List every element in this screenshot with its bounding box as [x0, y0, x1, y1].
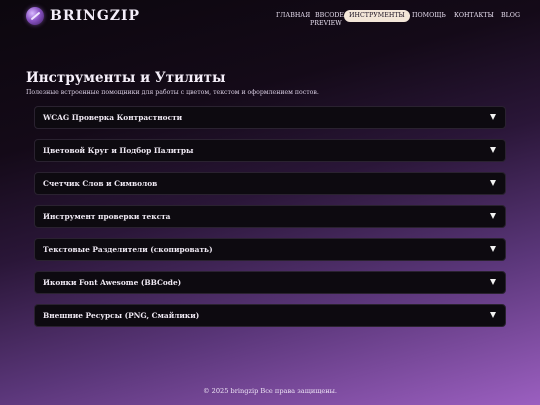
nav-preview[interactable]: PREVIEW — [310, 18, 342, 30]
accordion-label: WCAG Проверка Контрастности — [43, 113, 183, 122]
accordion-wcag-contrast[interactable]: WCAG Проверка Контрастности — [34, 106, 506, 129]
site-header: BRINGZIP ГЛАВНАЯ BBCODE PREVIEW ИНСТРУМЕ… — [0, 0, 540, 34]
logo[interactable]: BRINGZIP — [26, 7, 140, 25]
chevron-down-icon — [490, 180, 496, 186]
chevron-down-icon — [490, 147, 496, 153]
logo-icon — [26, 7, 44, 25]
chevron-down-icon — [490, 312, 496, 318]
nav-blog[interactable]: BLOG — [501, 10, 520, 22]
accordion-label: Цветовой Круг и Подбор Палитры — [43, 146, 194, 155]
chevron-down-icon — [490, 246, 496, 252]
accordion-text-dividers[interactable]: Текстовые Разделители (скопировать) — [34, 238, 506, 261]
nav-contacts[interactable]: КОНТАКТЫ — [454, 10, 494, 22]
accordion-label: Счетчик Слов и Символов — [43, 179, 158, 188]
chevron-down-icon — [490, 279, 496, 285]
nav-help[interactable]: ПОМОЩЬ — [412, 10, 446, 22]
accordion-word-counter[interactable]: Счетчик Слов и Символов — [34, 172, 506, 195]
logo-text: BRINGZIP — [50, 8, 141, 24]
nav-tools[interactable]: ИНСТРУМЕНТЫ — [344, 10, 410, 22]
footer-copyright: © 2025 bringzip Все права защищены. — [202, 387, 338, 395]
nav-home[interactable]: ГЛАВНАЯ — [276, 10, 310, 22]
accordion-label: Внешние Ресурсы (PNG, Смайлики) — [43, 311, 200, 320]
accordion-font-awesome[interactable]: Иконки Font Awesome (BBCode) — [34, 271, 506, 294]
accordion-label: Инструмент проверки текста — [43, 212, 171, 221]
page-subtitle: Полезные встроенные помощники для работы… — [26, 89, 319, 96]
accordion-external-resources[interactable]: Внешние Ресурсы (PNG, Смайлики) — [34, 304, 506, 327]
chevron-down-icon — [490, 114, 496, 120]
main-nav: ГЛАВНАЯ BBCODE PREVIEW ИНСТРУМЕНТЫ ПОМОЩ… — [270, 9, 526, 33]
accordion-color-wheel[interactable]: Цветовой Круг и Подбор Палитры — [34, 139, 506, 162]
chevron-down-icon — [490, 213, 496, 219]
accordion-label: Иконки Font Awesome (BBCode) — [43, 278, 182, 287]
page-title: Инструменты и Утилиты — [26, 70, 226, 86]
accordion-text-checker[interactable]: Инструмент проверки текста — [34, 205, 506, 228]
accordion-label: Текстовые Разделители (скопировать) — [43, 245, 213, 254]
tools-accordion: WCAG Проверка Контрастности Цветовой Кру… — [34, 106, 506, 337]
